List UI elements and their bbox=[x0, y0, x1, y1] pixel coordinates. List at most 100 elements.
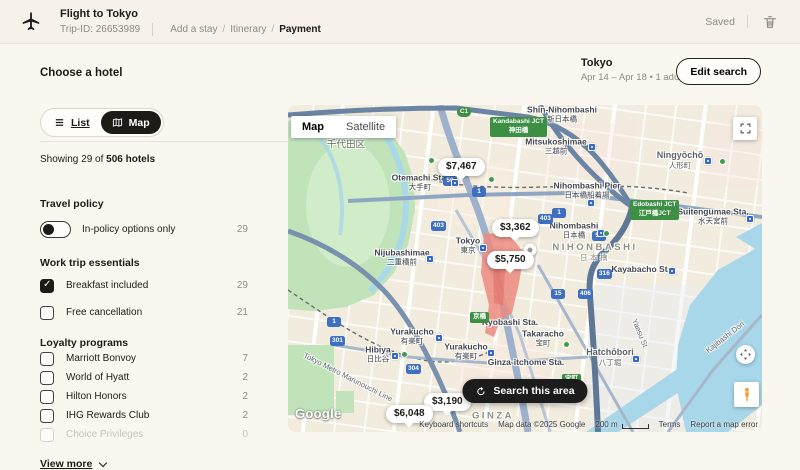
breadcrumb-itinerary[interactable]: Itinerary bbox=[230, 24, 266, 35]
map-type-control: Map Satellite bbox=[291, 116, 396, 138]
map-label: Tokyo東京 bbox=[456, 235, 480, 254]
view-more-button[interactable]: View more bbox=[40, 458, 248, 470]
checkbox[interactable] bbox=[40, 390, 54, 404]
divider bbox=[152, 23, 153, 36]
station-icon bbox=[588, 143, 596, 151]
station-icon bbox=[479, 244, 487, 252]
park-icon bbox=[563, 341, 570, 348]
map-label: Yurakucho有楽町 bbox=[390, 326, 433, 345]
station-icon bbox=[668, 267, 676, 275]
park-icon bbox=[719, 158, 726, 165]
refresh-icon bbox=[475, 386, 486, 397]
results-count-text: Showing 29 of bbox=[40, 154, 106, 165]
checkbox[interactable] bbox=[40, 352, 54, 366]
fullscreen-button[interactable] bbox=[733, 117, 757, 140]
keyboard-shortcuts-link[interactable]: Keyboard shortcuts bbox=[419, 420, 488, 429]
toggle-knob bbox=[43, 224, 54, 235]
delete-trip-button[interactable] bbox=[760, 12, 780, 32]
map-label: Tokyo Metro Marunouchi Line bbox=[302, 351, 394, 404]
highway-sign: Edobashi JCT江戸橋JCT bbox=[630, 200, 679, 220]
route-shield: 403 bbox=[431, 221, 446, 231]
breadcrumb-add-a-stay[interactable]: Add a stay bbox=[170, 24, 217, 35]
filter-ihg-rewards-club[interactable]: IHG Rewards Club2 bbox=[40, 406, 248, 425]
filter-hilton-honors[interactable]: Hilton Honors 2 bbox=[40, 387, 248, 406]
filter-world-of-hyatt[interactable]: World of Hyatt2 bbox=[40, 368, 248, 387]
map-label: Kayabacho Sta. bbox=[611, 264, 674, 274]
map-tab[interactable]: Map bbox=[291, 116, 335, 138]
airplane-icon bbox=[20, 11, 42, 33]
filter-label: Free cancellation bbox=[66, 307, 142, 318]
route-shield: 1 bbox=[552, 208, 566, 218]
map-attribution: Keyboard shortcuts Map data ©2025 Google… bbox=[419, 420, 758, 429]
chevron-down-icon bbox=[99, 458, 107, 466]
map-label: Ginza-itchome Sta. bbox=[488, 357, 565, 367]
route-shield: C1 bbox=[457, 107, 471, 117]
pegman-button[interactable] bbox=[734, 382, 759, 407]
highway-sign: 京橋 bbox=[470, 312, 489, 323]
map-view-button[interactable]: Map bbox=[101, 111, 161, 134]
view-toggle: List Map bbox=[40, 108, 164, 137]
list-view-label: List bbox=[71, 117, 90, 129]
filter-label: Marriott Bonvoy bbox=[66, 353, 136, 364]
checkbox bbox=[40, 428, 54, 442]
station-icon bbox=[451, 179, 459, 187]
filter-label: World of Hyatt bbox=[66, 372, 129, 383]
in-policy-toggle[interactable] bbox=[40, 221, 71, 238]
hotel-price-marker[interactable]: $3,362 bbox=[492, 219, 539, 237]
search-this-area-button[interactable]: Search this area bbox=[462, 379, 587, 403]
list-icon bbox=[54, 117, 65, 128]
map-label: Ningyōchō人形町 bbox=[657, 150, 704, 170]
station-icon bbox=[391, 352, 399, 360]
top-bar: Flight to Tokyo Trip-ID: 26653989 Add a … bbox=[0, 0, 800, 44]
route-shield: 15 bbox=[551, 289, 565, 299]
in-policy-label: In-policy options only bbox=[82, 224, 175, 235]
filter-count: 7 bbox=[242, 353, 248, 364]
date-summary: Apr 14 – Apr 18 • 1 adult bbox=[581, 72, 684, 83]
hotel-map[interactable]: Chiyoda City千代田区Otemachi Sta.大手町Nijubash… bbox=[288, 105, 762, 432]
hotel-price-marker[interactable]: $5,750 bbox=[487, 251, 534, 269]
breadcrumb-separator: / bbox=[271, 24, 274, 35]
filter-marriott-bonvoy[interactable]: Marriott Bonvoy 7 bbox=[40, 349, 248, 368]
in-policy-count: 29 bbox=[237, 224, 248, 235]
route-shield: 304 bbox=[406, 364, 421, 374]
filters-sidebar: List Map Showing 29 of 506 hotels Travel… bbox=[40, 108, 248, 470]
edit-search-button[interactable]: Edit search bbox=[676, 58, 761, 85]
fullscreen-icon bbox=[739, 122, 752, 135]
search-summary-bar: Choose a hotel Tokyo Apr 14 – Apr 18 • 1… bbox=[0, 44, 800, 97]
filter-label: Hilton Honors bbox=[66, 391, 127, 402]
checkbox[interactable] bbox=[40, 371, 54, 385]
station-icon bbox=[587, 199, 595, 207]
station-icon bbox=[632, 355, 640, 363]
checkbox[interactable] bbox=[40, 409, 54, 423]
in-policy-toggle-row[interactable]: In-policy options only 29 bbox=[40, 221, 248, 238]
travel-policy-heading: Travel policy bbox=[40, 198, 248, 210]
map-label: Takaracho宝町 bbox=[522, 328, 564, 347]
station-icon bbox=[746, 215, 754, 223]
pegman-icon bbox=[740, 387, 754, 403]
filter-count: 21 bbox=[237, 307, 248, 318]
park-icon bbox=[401, 351, 408, 358]
satellite-tab[interactable]: Satellite bbox=[335, 116, 396, 138]
list-view-button[interactable]: List bbox=[43, 111, 101, 134]
filter-free-cancellation[interactable]: Free cancellation 21 bbox=[40, 302, 248, 323]
terms-link[interactable]: Terms bbox=[659, 420, 681, 429]
filter-count: 0 bbox=[242, 429, 248, 440]
route-shield: 1 bbox=[472, 187, 486, 197]
report-error-link[interactable]: Report a map error bbox=[690, 420, 758, 429]
breadcrumb: Add a stay/Itinerary/Payment bbox=[165, 24, 326, 35]
map-label: Nihombashi Pier日本橋船着場 bbox=[553, 180, 620, 199]
filter-breakfast-included[interactable]: Breakfast included29 bbox=[40, 275, 248, 296]
filter-count: 2 bbox=[242, 391, 248, 402]
trip-title: Flight to Tokyo bbox=[60, 8, 326, 20]
recenter-button[interactable] bbox=[736, 345, 755, 364]
hotel-price-marker[interactable]: $7,467 bbox=[438, 158, 485, 176]
trip-title-block: Flight to Tokyo Trip-ID: 26653989 Add a … bbox=[60, 8, 326, 36]
station-icon bbox=[487, 349, 495, 357]
checkbox[interactable] bbox=[40, 279, 54, 293]
results-count-link[interactable]: 506 hotels bbox=[106, 154, 155, 165]
scale-bar bbox=[622, 424, 649, 429]
park-icon bbox=[488, 176, 495, 183]
station-icon bbox=[435, 334, 443, 342]
checkbox[interactable] bbox=[40, 306, 54, 320]
filter-count: 29 bbox=[237, 280, 248, 291]
